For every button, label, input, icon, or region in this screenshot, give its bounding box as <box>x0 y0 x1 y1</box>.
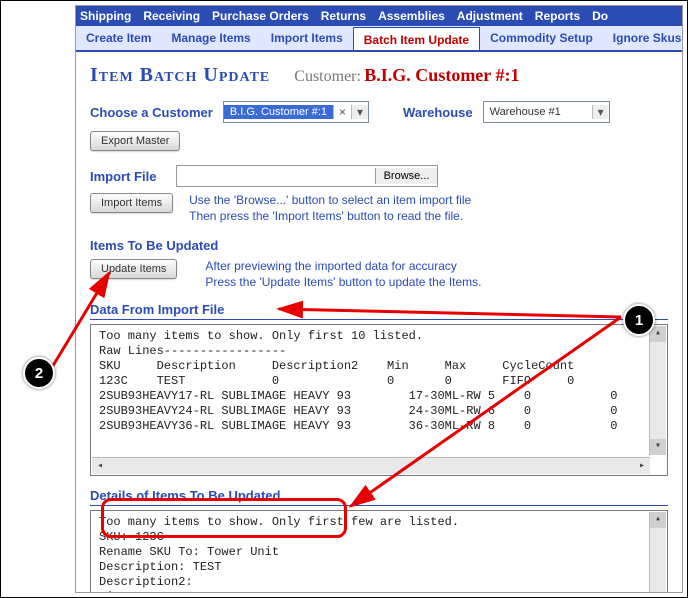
scroll-left-icon[interactable]: ◂ <box>92 460 108 472</box>
tab-import-items[interactable]: Import Items <box>261 26 353 50</box>
nav-receiving[interactable]: Receiving <box>143 9 200 23</box>
tab-manage-items[interactable]: Manage Items <box>161 26 260 50</box>
details-box: Too many items to show. Only first few a… <box>90 510 668 593</box>
update-items-button[interactable]: Update Items <box>90 259 177 279</box>
browse-button[interactable]: Browse... <box>375 168 438 184</box>
horizontal-scrollbar[interactable]: ◂ ▸ <box>92 457 650 474</box>
items-updated-label: Items To Be Updated <box>90 238 668 253</box>
export-master-button[interactable]: Export Master <box>90 131 180 151</box>
scroll-up-icon[interactable]: ▴ <box>650 326 666 342</box>
customer-combo[interactable]: B.I.G. Customer #:1 × ▾ <box>223 101 369 123</box>
vertical-scrollbar[interactable]: ▴ ▾ <box>649 512 666 593</box>
import-file-label: Import File <box>90 169 156 184</box>
data-from-import-label: Data From Import File <box>90 302 668 320</box>
callout-2: 2 <box>23 357 55 389</box>
tab-batch-item-update[interactable]: Batch Item Update <box>353 27 480 52</box>
scroll-right-icon[interactable]: ▸ <box>634 460 650 472</box>
chevron-down-icon[interactable]: ▾ <box>351 105 368 119</box>
update-help: After previewing the imported data for a… <box>205 259 481 290</box>
file-input[interactable]: Browse... <box>176 165 438 187</box>
tab-commodity-setup[interactable]: Commodity Setup <box>480 26 603 50</box>
nav-returns[interactable]: Returns <box>321 9 366 23</box>
warehouse-combo[interactable]: Warehouse #1 ▾ <box>483 101 610 123</box>
nav-do[interactable]: Do <box>592 9 608 23</box>
chevron-down-icon[interactable]: ▾ <box>592 105 609 119</box>
import-data-box: Too many items to show. Only first 10 li… <box>90 324 668 476</box>
vertical-scrollbar[interactable]: ▴ ▾ <box>649 326 666 455</box>
customer-combo-value: B.I.G. Customer #:1 <box>224 105 333 119</box>
tab-create-item[interactable]: Create Item <box>76 26 161 50</box>
warehouse-combo-value: Warehouse #1 <box>484 105 592 119</box>
clear-icon[interactable]: × <box>333 105 351 119</box>
top-nav: Shipping Receiving Purchase Orders Retur… <box>76 6 682 26</box>
nav-reports[interactable]: Reports <box>535 9 580 23</box>
tab-ignore-skus[interactable]: Ignore Skus <box>603 26 682 50</box>
import-help: Use the 'Browse...' button to select an … <box>189 193 471 224</box>
choose-customer-label: Choose a Customer <box>90 105 213 120</box>
nav-purchase-orders[interactable]: Purchase Orders <box>212 9 309 23</box>
customer-label: Customer: <box>294 68 361 85</box>
nav-assemblies[interactable]: Assemblies <box>378 9 445 23</box>
page-title: Item Batch Update <box>90 64 270 87</box>
import-items-button[interactable]: Import Items <box>90 193 173 213</box>
warehouse-label: Warehouse <box>403 105 473 120</box>
nav-adjustment[interactable]: Adjustment <box>457 9 523 23</box>
nav-shipping[interactable]: Shipping <box>80 9 131 23</box>
scroll-down-icon[interactable]: ▾ <box>650 439 666 455</box>
details-label: Details of Items To Be Updated <box>90 488 668 506</box>
scroll-up-icon[interactable]: ▴ <box>650 512 666 528</box>
sub-nav: Create Item Manage Items Import Items Ba… <box>76 26 682 52</box>
customer-value: B.I.G. Customer #:1 <box>364 65 519 85</box>
